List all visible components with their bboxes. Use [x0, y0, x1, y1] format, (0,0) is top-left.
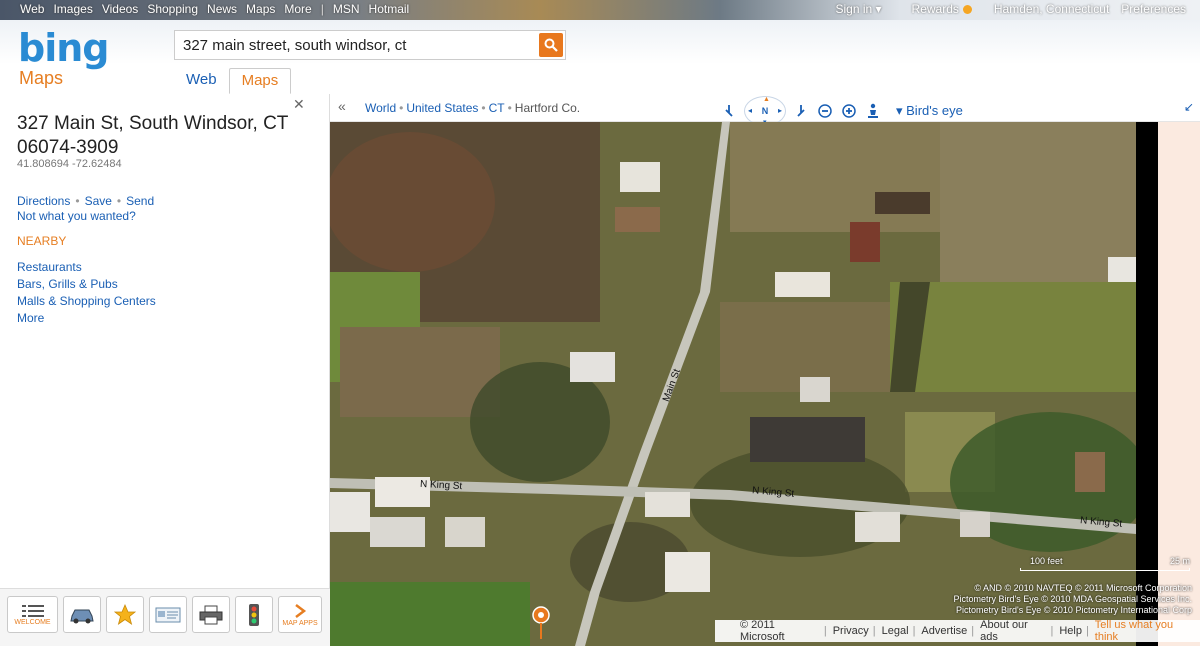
compass-north-arrow[interactable]: ▲ [763, 96, 770, 103]
footer-legal[interactable]: Legal [882, 625, 909, 637]
nav-maps[interactable]: Maps [246, 2, 275, 16]
rotate-right-icon[interactable] [792, 102, 810, 120]
zoom-out-icon[interactable] [816, 102, 834, 120]
location-link[interactable]: Hamden, Connecticut [994, 2, 1109, 16]
location-pin-icon[interactable] [532, 606, 550, 645]
copyright-line1: © AND © 2010 NAVTEQ © 2011 Microsoft Cor… [974, 583, 1192, 593]
nav-shopping[interactable]: Shopping [147, 2, 198, 16]
maps-section-label: Maps [19, 68, 64, 88]
copyright-line3: Pictometry Bird's Eye © 2010 Pictometry … [956, 605, 1192, 615]
breadcrumb: World • United States • CT • Hartford Co. [365, 101, 581, 115]
search-input[interactable] [175, 31, 530, 59]
rewards-link[interactable]: Rewards [912, 2, 959, 16]
map-footer: © 2011 Microsoft | Privacy | Legal | Advert… [715, 619, 1200, 643]
birds-eye-label: Bird's eye [906, 103, 963, 118]
result-coordinates: 41.808694 -72.62484 [17, 158, 122, 170]
footer-about-ads[interactable]: About our ads [980, 619, 1046, 643]
nearby-restaurants[interactable]: Restaurants [17, 259, 156, 276]
tab-web[interactable]: Web [174, 68, 229, 94]
footer-advertise[interactable]: Advertise [921, 625, 967, 637]
welcome-button[interactable]: WELCOME [7, 596, 58, 633]
directions-car-button[interactable] [63, 596, 101, 633]
streetside-person-icon[interactable] [864, 102, 882, 120]
nearby-more[interactable]: More [17, 310, 156, 327]
traffic-button[interactable] [235, 596, 273, 633]
result-actions: Directions • Save • Send [17, 194, 155, 208]
breadcrumb-county: Hartford Co. [514, 101, 581, 115]
save-link[interactable]: Save [85, 194, 112, 208]
nav-more[interactable]: More [284, 2, 311, 16]
compass-east[interactable]: ▸ [778, 106, 782, 115]
compass-west[interactable]: ◂ [748, 106, 752, 115]
car-icon [70, 609, 94, 623]
nearby-list: Restaurants Bars, Grills & Pubs Malls & … [17, 259, 156, 327]
nearby-heading: NEARBY [17, 234, 67, 248]
top-nav-right: Sign in ▾ Rewards Hamden, Connecticut Pr… [835, 2, 1186, 16]
signin-link[interactable]: Sign in ▾ [835, 2, 881, 16]
list-icon [21, 604, 44, 617]
result-address: 327 Main St, South Windsor, CT 06074-390… [17, 112, 288, 160]
footer-help[interactable]: Help [1059, 625, 1082, 637]
tab-maps[interactable]: Maps [228, 68, 292, 94]
nav-web[interactable]: Web [20, 2, 44, 16]
print-button[interactable] [192, 596, 230, 633]
send-link[interactable]: Send [126, 194, 154, 208]
zoom-in-icon[interactable] [840, 102, 858, 120]
collapse-panel-icon[interactable]: « [338, 98, 346, 114]
nearby-malls[interactable]: Malls & Shopping Centers [17, 293, 156, 310]
business-card-button[interactable] [149, 596, 187, 633]
scale-bar [1020, 568, 1190, 571]
bing-logo[interactable]: bing [18, 26, 109, 70]
breadcrumb-us[interactable]: United States [406, 101, 478, 115]
map-toolbar: « World • United States • CT • Hartford Co. ◂ … [330, 94, 1200, 126]
map-apps-button[interactable]: MAP APPS [278, 596, 322, 633]
expand-map-icon[interactable]: ↙ [1184, 100, 1194, 114]
search-box [174, 30, 566, 60]
compass-north-label: N [761, 106, 769, 116]
breadcrumb-world[interactable]: World [365, 101, 396, 115]
address-line1: 327 Main St, South Windsor, CT [17, 113, 289, 134]
nav-hotmail[interactable]: Hotmail [369, 2, 410, 16]
search-button[interactable] [539, 33, 563, 57]
preferences-link[interactable]: Preferences [1121, 2, 1186, 16]
top-nav-links: Web Images Videos Shopping News Maps Mor… [20, 2, 418, 16]
map-copyright: © AND © 2010 NAVTEQ © 2011 Microsoft Cor… [954, 583, 1192, 616]
chevron-right-icon [295, 603, 307, 618]
favorites-button[interactable] [106, 596, 144, 633]
copyright-line2: Pictometry Bird's Eye © 2010 MDA Geospat… [953, 594, 1192, 604]
header: bing Maps Web Maps [0, 20, 1200, 94]
nav-msn[interactable]: MSN [333, 2, 360, 16]
search-icon [544, 38, 558, 52]
rotate-left-icon[interactable] [720, 102, 738, 120]
nav-images[interactable]: Images [53, 2, 92, 16]
close-icon[interactable]: ✕ [293, 96, 305, 113]
footer-privacy[interactable]: Privacy [833, 625, 869, 637]
nearby-bars[interactable]: Bars, Grills & Pubs [17, 276, 156, 293]
address-line2: 06074-3909 [17, 137, 119, 158]
rewards-icon [962, 5, 972, 14]
welcome-label: WELCOME [14, 618, 51, 626]
star-icon [114, 603, 136, 625]
nav-videos[interactable]: Videos [102, 2, 138, 16]
directions-link[interactable]: Directions [17, 194, 70, 208]
footer-feedback[interactable]: Tell us what you think [1095, 619, 1196, 643]
printer-icon [199, 605, 223, 624]
results-panel: ✕ 327 Main St, South Windsor, CT 06074-3… [0, 94, 330, 646]
scale-feet: 100 feet [1030, 556, 1063, 566]
footer-copyright: © 2011 Microsoft [740, 619, 785, 643]
street-label-n-king-st-1: N King St [419, 478, 463, 493]
birds-eye-view-menu[interactable]: ▾ Bird's eye [896, 103, 963, 119]
map-apps-label: MAP APPS [282, 619, 318, 627]
traffic-light-icon [249, 603, 259, 626]
scale-meters: 25 m [1170, 556, 1191, 566]
nav-news[interactable]: News [207, 2, 237, 16]
nav-separator: | [320, 2, 324, 16]
bottom-toolbar: WELCOME MAP APPS [0, 588, 330, 646]
card-icon [155, 607, 181, 622]
top-nav-bar: Web Images Videos Shopping News Maps Mor… [0, 0, 1200, 20]
not-what-you-wanted-link[interactable]: Not what you wanted? [17, 209, 136, 223]
breadcrumb-ct[interactable]: CT [489, 101, 505, 115]
search-tabs: Web Maps [174, 68, 292, 94]
